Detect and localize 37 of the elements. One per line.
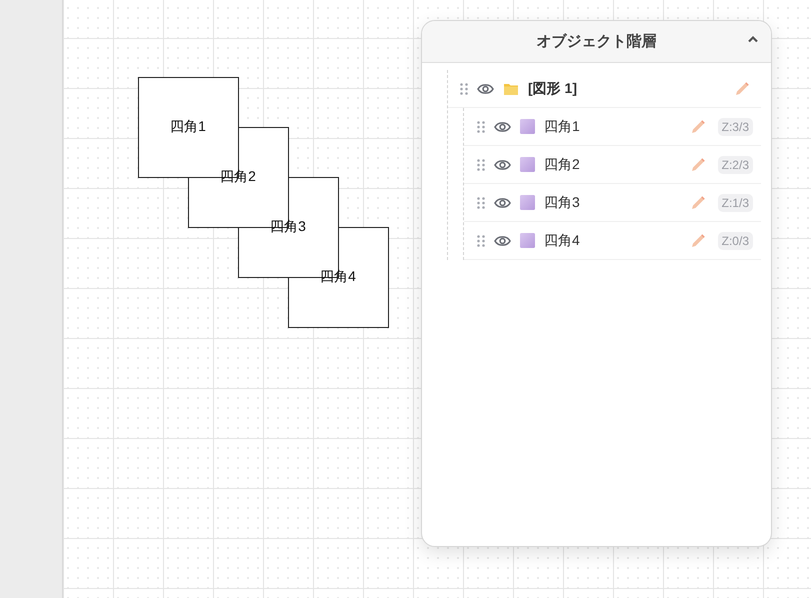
z-order-badge: Z:3/3	[718, 118, 753, 136]
tree-item[interactable]: 四角1 Z:3/3	[464, 108, 761, 146]
drag-handle-icon[interactable]	[477, 196, 485, 208]
shape-label: 四角1	[170, 118, 206, 136]
z-order-badge: Z:0/3	[718, 232, 753, 250]
square-icon	[520, 195, 535, 210]
eye-icon[interactable]	[477, 82, 494, 94]
item-label: [図形 1]	[528, 80, 577, 98]
panel-title: オブジェクト階層	[536, 32, 656, 51]
pencil-icon[interactable]	[690, 194, 706, 210]
drag-handle-icon[interactable]	[460, 82, 468, 94]
tree-item[interactable]: 四角3 Z:1/3	[464, 184, 761, 222]
eye-icon[interactable]	[494, 158, 511, 170]
square-icon	[520, 233, 535, 248]
item-label: 四角3	[544, 194, 580, 212]
tree-item[interactable]: 四角2 Z:2/3	[464, 146, 761, 184]
eye-icon[interactable]	[494, 120, 511, 132]
eye-icon[interactable]	[494, 234, 511, 246]
item-label: 四角2	[544, 156, 580, 174]
pencil-icon[interactable]	[734, 80, 750, 96]
pencil-icon[interactable]	[690, 232, 706, 248]
drag-handle-icon[interactable]	[477, 120, 485, 132]
square-icon	[520, 119, 535, 134]
drag-handle-icon[interactable]	[477, 158, 485, 170]
tree-item[interactable]: [図形 1]	[448, 70, 761, 108]
pencil-icon[interactable]	[690, 118, 706, 134]
folder-icon	[503, 82, 519, 96]
item-label: 四角4	[544, 232, 580, 250]
square-icon	[520, 157, 535, 172]
tree-item[interactable]: 四角4 Z:0/3	[464, 222, 761, 260]
pencil-icon[interactable]	[690, 156, 706, 172]
z-order-badge: Z:2/3	[718, 156, 753, 174]
item-label: 四角1	[544, 118, 580, 136]
chevron-icon[interactable]	[747, 35, 759, 43]
eye-icon[interactable]	[494, 196, 511, 208]
z-order-badge: Z:1/3	[718, 194, 753, 212]
drag-handle-icon[interactable]	[477, 234, 485, 246]
